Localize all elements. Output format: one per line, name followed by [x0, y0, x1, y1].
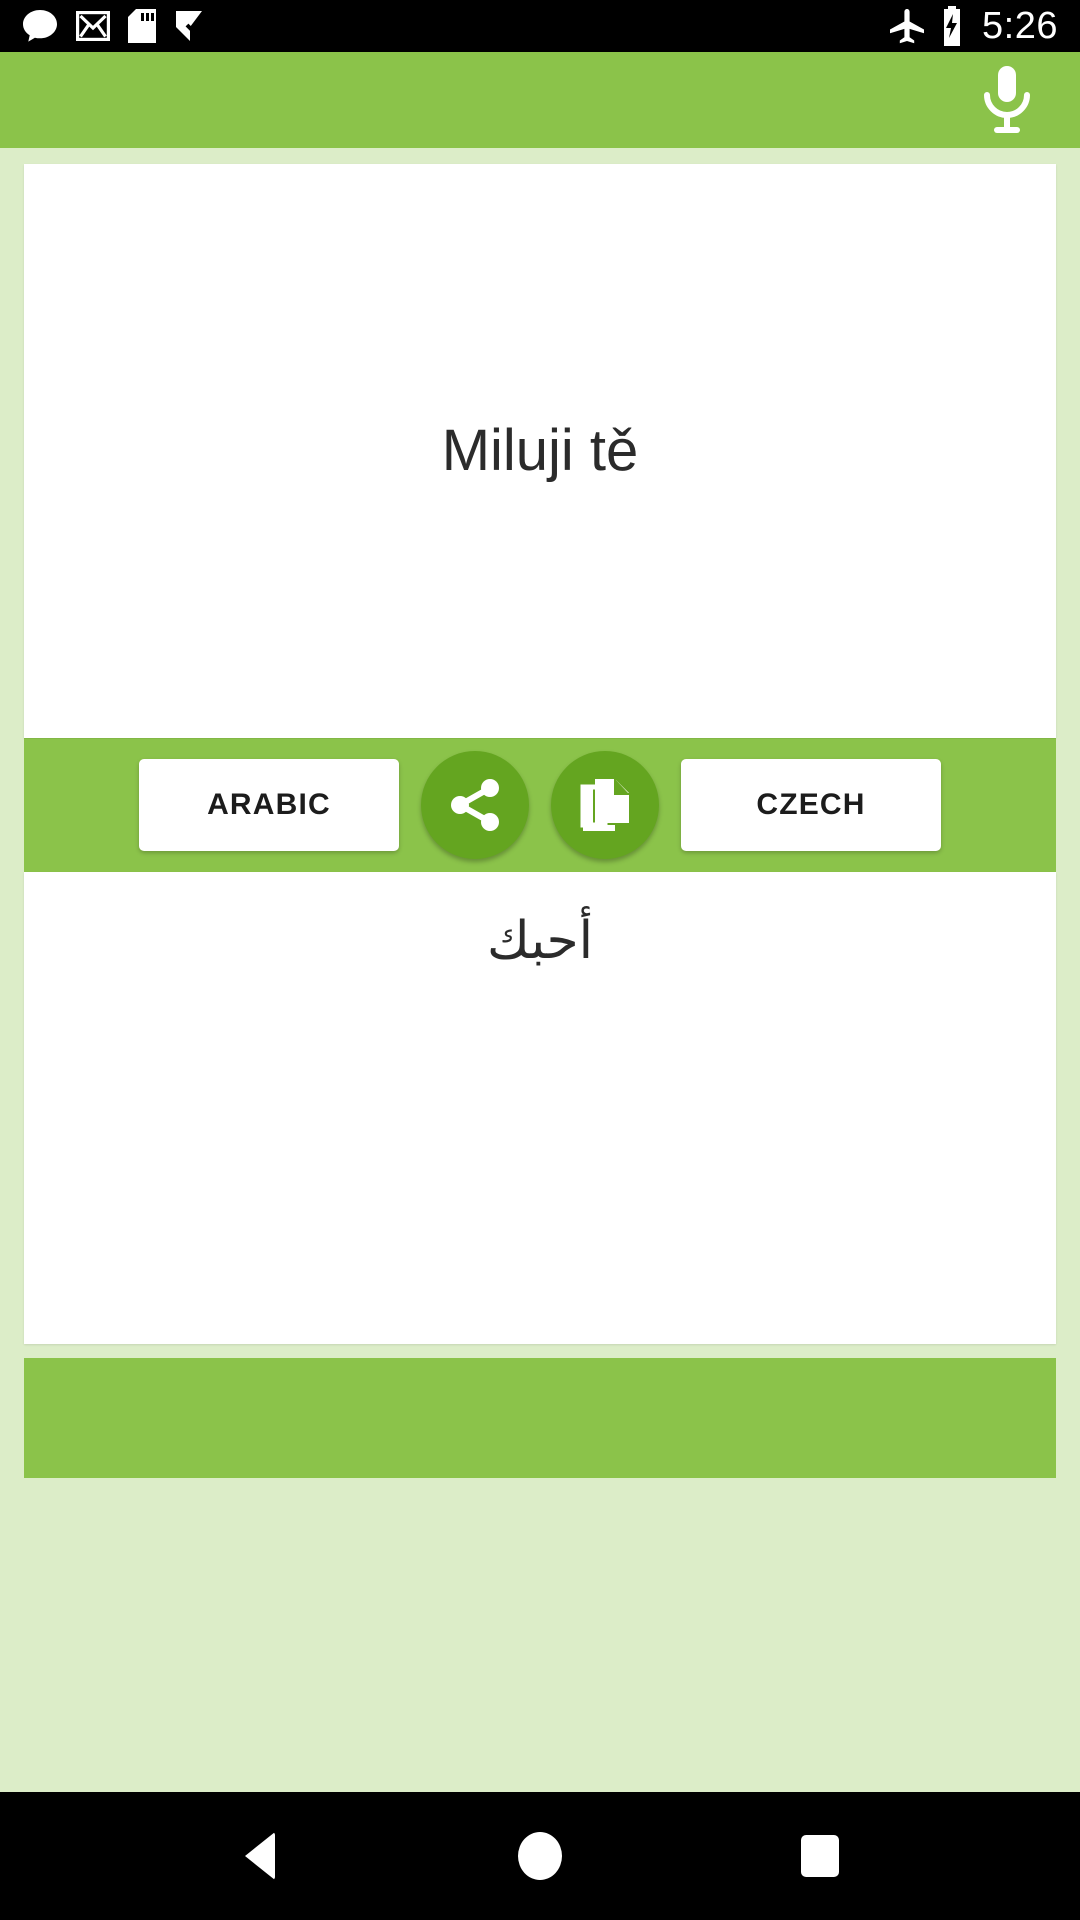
nav-back-button[interactable] [205, 1801, 315, 1911]
copy-button[interactable] [551, 751, 659, 859]
system-navigation-bar [0, 1792, 1080, 1920]
nav-recents-button[interactable] [765, 1801, 875, 1911]
source-text: Miluji tě [441, 417, 639, 483]
recents-square-icon [801, 1835, 839, 1877]
source-text-card[interactable]: Miluji tě [24, 164, 1056, 738]
share-button[interactable] [421, 751, 529, 859]
app-screen: 5:26 Miluji tě ARABIC CZECH أحبك [0, 0, 1080, 1920]
status-bar-system-icons: 5:26 [888, 6, 1058, 46]
gmail-icon [76, 11, 110, 41]
ad-banner[interactable] [24, 1358, 1056, 1478]
chat-bubble-icon [23, 10, 57, 42]
status-bar: 5:26 [0, 0, 1080, 52]
status-bar-clock: 5:26 [982, 5, 1058, 47]
check-flag-icon [176, 11, 205, 41]
main-content: Miluji tě ARABIC CZECH أحبك [0, 148, 1080, 1792]
microphone-icon [984, 66, 1030, 133]
translated-text: أحبك [486, 911, 594, 971]
voice-input-button[interactable] [968, 61, 1046, 139]
copy-icon [580, 779, 629, 831]
back-triangle-icon [245, 1832, 275, 1880]
airplane-mode-icon [890, 9, 925, 44]
target-language-button[interactable]: CZECH [681, 759, 941, 851]
home-circle-icon [518, 1832, 562, 1880]
sd-card-icon [128, 9, 156, 43]
source-language-button[interactable]: ARABIC [139, 759, 399, 851]
translated-text-card[interactable]: أحبك [24, 872, 1056, 1344]
nav-home-button[interactable] [485, 1801, 595, 1911]
app-header-bar [0, 52, 1080, 148]
share-icon [451, 779, 499, 831]
battery-charging-icon [944, 6, 961, 46]
status-bar-notification-icons [22, 9, 206, 43]
action-bar: ARABIC CZECH [24, 738, 1056, 872]
